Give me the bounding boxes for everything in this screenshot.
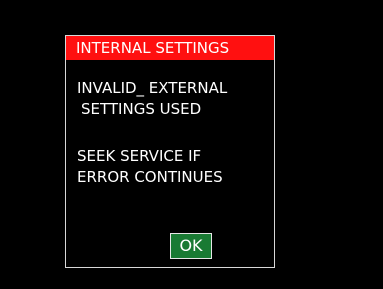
message-line-4: ERROR CONTINUES	[77, 168, 223, 186]
message-line-2: SETTINGS USED	[81, 100, 202, 118]
error-dialog: INTERNAL SETTINGS INVALID_ EXTERNAL SETT…	[65, 35, 275, 268]
ok-button[interactable]: OK	[170, 233, 212, 259]
message-line-3: SEEK SERVICE IF	[77, 147, 202, 165]
message-line-1: INVALID_ EXTERNAL	[77, 79, 228, 97]
dialog-title: INTERNAL SETTINGS	[66, 36, 274, 60]
